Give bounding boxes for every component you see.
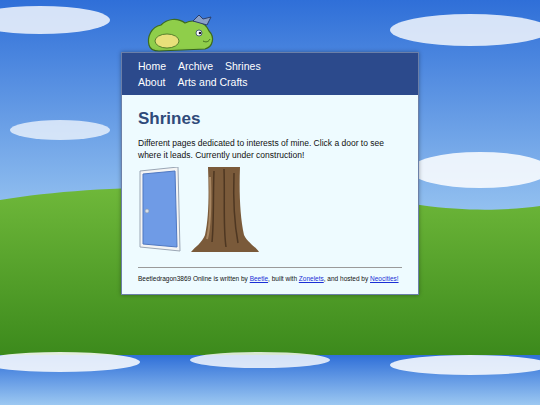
- nav-item[interactable]: About: [138, 74, 165, 90]
- door-icon[interactable]: [138, 167, 182, 253]
- footer: Beetledragon3869 Online is written by Be…: [138, 274, 402, 284]
- footer-text: Beetledragon3869 Online is written by: [138, 275, 250, 282]
- footer-text: , built with: [268, 275, 299, 282]
- footer-link[interactable]: Zonelets: [299, 275, 324, 282]
- footer-divider: [138, 267, 402, 268]
- footer-link[interactable]: Beetle: [250, 275, 268, 282]
- page-heading: Shrines: [138, 108, 402, 130]
- nav-bar: Home Archive Shrines About Arts and Crafts: [122, 53, 418, 95]
- door-link[interactable]: [190, 167, 260, 253]
- content: Shrines Different pages dedicated to inte…: [122, 95, 418, 294]
- nav-item[interactable]: Shrines: [225, 58, 261, 74]
- page-description: Different pages dedicated to interests o…: [138, 137, 402, 161]
- desktop: HomeArchiveShrinesAboutArts and CraftsSh…: [0, 0, 540, 405]
- nav-item[interactable]: Arts and Crafts: [177, 74, 247, 90]
- site-panel: HomeArchiveShrinesAboutArts and CraftsSh…: [121, 52, 419, 295]
- door-link[interactable]: [138, 167, 182, 253]
- footer-link[interactable]: Neocities!: [370, 275, 399, 282]
- nav-item[interactable]: Home: [138, 58, 166, 74]
- door-row: [138, 167, 402, 253]
- nav-item[interactable]: Archive: [178, 58, 213, 74]
- footer-text: , and hosted by: [324, 275, 370, 282]
- tree-icon[interactable]: [190, 167, 260, 253]
- dragon-mascot-icon: [145, 15, 217, 55]
